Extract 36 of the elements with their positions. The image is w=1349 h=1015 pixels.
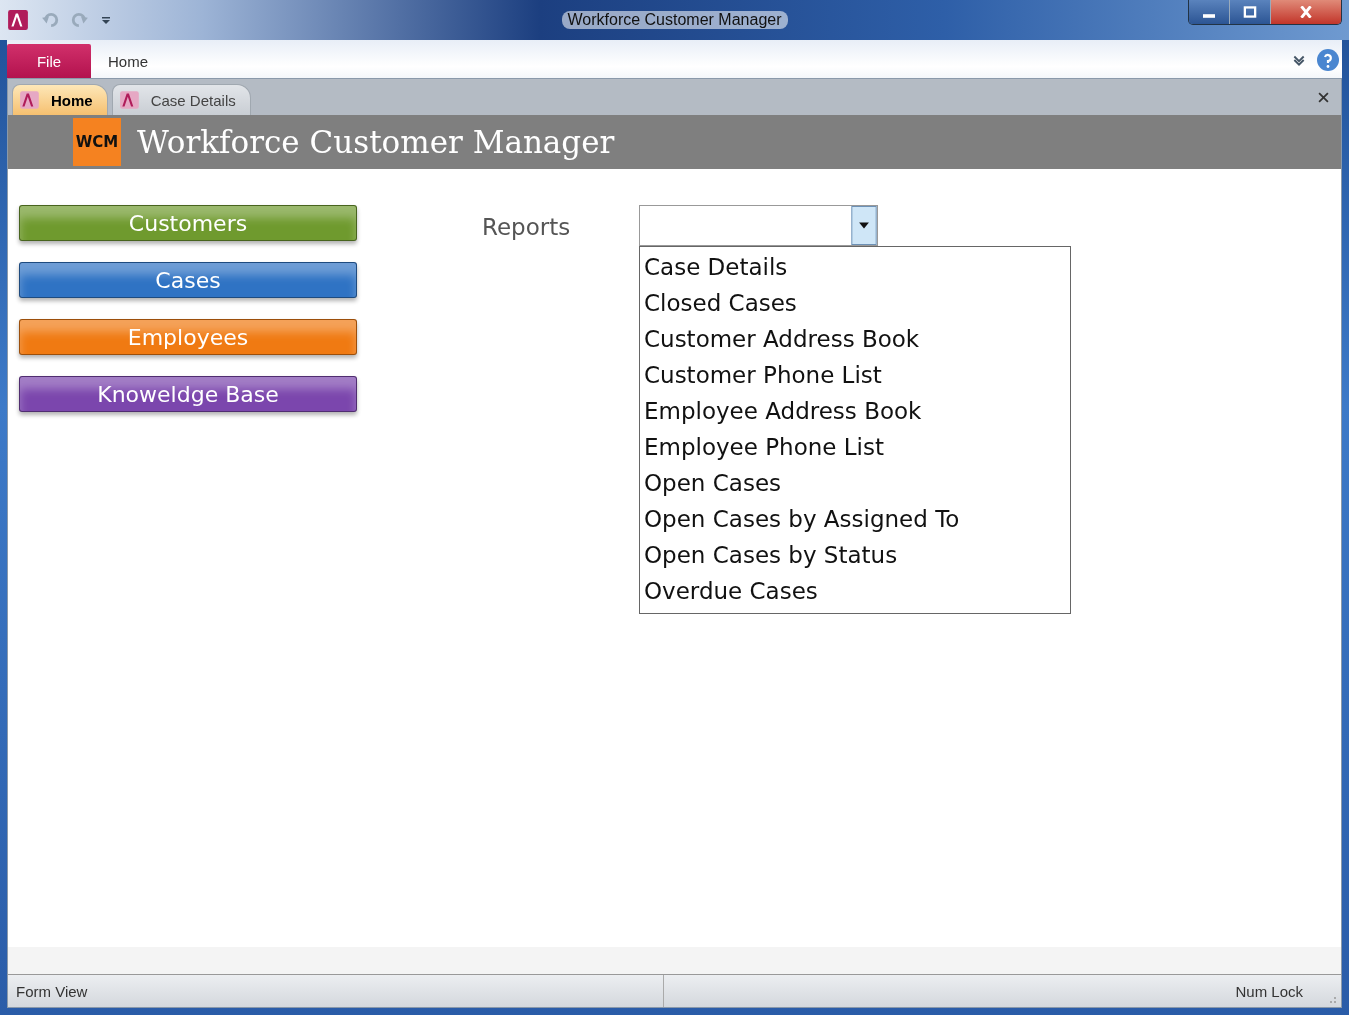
app-icon[interactable] bbox=[7, 9, 29, 31]
maximize-button[interactable] bbox=[1230, 0, 1271, 24]
dropdown-option[interactable]: Customer Phone List bbox=[640, 357, 1070, 393]
minimize-icon bbox=[1203, 14, 1215, 18]
ribbon-tab[interactable]: File bbox=[7, 44, 91, 78]
document-tab[interactable]: Home bbox=[12, 84, 108, 115]
dropdown-option[interactable]: Employee Phone List bbox=[640, 429, 1070, 465]
window-title: Workforce Customer Manager bbox=[561, 11, 788, 29]
status-text: Form View bbox=[15, 982, 89, 1000]
dropdown-option[interactable]: Case Details bbox=[640, 249, 1070, 285]
dropdown-button[interactable] bbox=[851, 206, 877, 245]
reports-label: Reports bbox=[482, 214, 572, 240]
dropdown-option[interactable]: Open Cases bbox=[640, 465, 1070, 501]
minimize-button[interactable] bbox=[1189, 0, 1230, 24]
dropdown-option[interactable]: Open Cases by Status bbox=[640, 537, 1070, 573]
close-icon[interactable] bbox=[1318, 92, 1329, 103]
nav-button[interactable]: Knoweldge Base bbox=[19, 376, 357, 412]
help-icon[interactable] bbox=[1316, 48, 1340, 72]
minimize-ribbon-icon[interactable] bbox=[1292, 54, 1306, 66]
form-icon bbox=[19, 89, 41, 111]
form-icon bbox=[118, 89, 141, 111]
close-icon bbox=[1298, 6, 1314, 18]
document-tab[interactable]: Case Details bbox=[111, 84, 251, 115]
dropdown-option[interactable]: Employee Address Book bbox=[640, 393, 1070, 429]
form-title: Workforce Customer Manager bbox=[137, 124, 615, 160]
dropdown-option[interactable]: Customer Address Book bbox=[640, 321, 1070, 357]
dropdown-option[interactable]: Open Cases by Assigned To bbox=[640, 501, 1070, 537]
ribbon-tab[interactable]: Home bbox=[91, 44, 165, 78]
nav-button[interactable]: Cases bbox=[19, 262, 357, 298]
close-button[interactable] bbox=[1271, 0, 1341, 24]
dropdown-option[interactable]: Overdue Cases bbox=[640, 573, 1070, 609]
maximize-icon bbox=[1242, 6, 1258, 18]
dropdown-option[interactable]: Closed Cases bbox=[640, 285, 1070, 321]
logo: WCM bbox=[73, 118, 121, 166]
status-text: Num Lock bbox=[1234, 982, 1304, 1000]
customize-caret-icon[interactable] bbox=[101, 15, 111, 25]
